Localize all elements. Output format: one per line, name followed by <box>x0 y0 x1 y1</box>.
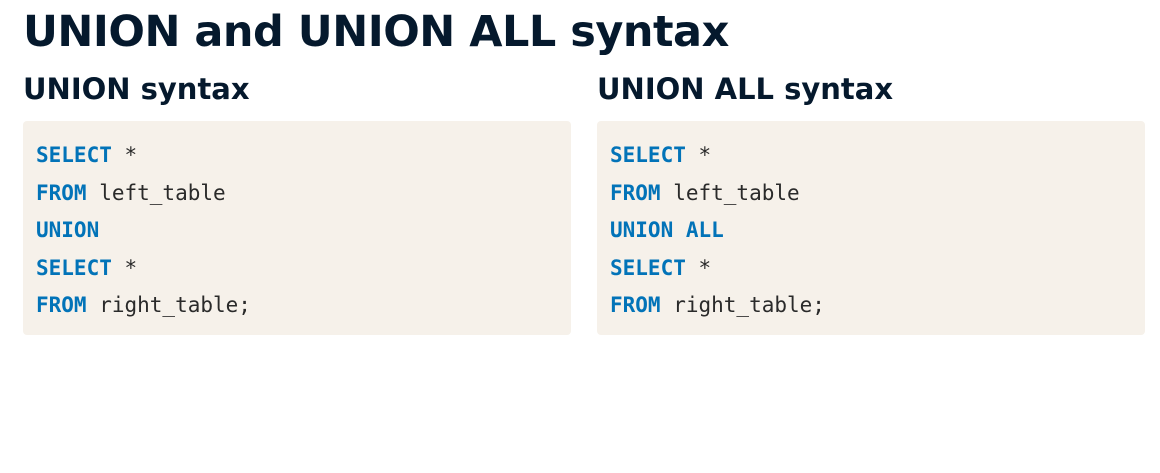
code-line: SELECT * <box>610 250 1132 288</box>
sql-keyword: FROM <box>610 293 661 318</box>
code-line: UNION <box>36 212 558 250</box>
sql-keyword: UNION ALL <box>610 218 724 243</box>
sql-text: * <box>685 255 712 280</box>
code-line: SELECT * <box>36 137 558 175</box>
sql-keyword: SELECT <box>610 255 686 280</box>
union-code-block: SELECT * FROM left_table UNION SELECT * … <box>23 121 571 335</box>
sql-keyword: SELECT <box>36 255 112 280</box>
union-all-code-block: SELECT * FROM left_table UNION ALL SELEC… <box>597 121 1145 335</box>
sql-keyword: FROM <box>36 180 87 205</box>
sql-text: right_table; <box>660 293 825 318</box>
code-line: SELECT * <box>610 137 1132 175</box>
code-line: FROM right_table; <box>610 287 1132 325</box>
union-all-syntax-section: UNION ALL syntax SELECT * FROM left_tabl… <box>597 70 1145 335</box>
code-line: UNION ALL <box>610 212 1132 250</box>
sql-text: left_table <box>86 180 226 205</box>
page-title: UNION and UNION ALL syntax <box>23 7 729 57</box>
code-line: FROM left_table <box>610 175 1132 213</box>
sql-text: right_table; <box>86 293 251 318</box>
sql-text: * <box>111 255 138 280</box>
sql-keyword: FROM <box>36 293 87 318</box>
code-line: FROM right_table; <box>36 287 558 325</box>
sql-keyword: SELECT <box>36 143 112 167</box>
sql-text: * <box>685 143 712 167</box>
code-line: FROM left_table <box>36 175 558 213</box>
union-all-syntax-heading: UNION ALL syntax <box>597 72 894 106</box>
sql-keyword: FROM <box>610 180 661 205</box>
union-syntax-section: UNION syntax SELECT * FROM left_table UN… <box>23 70 571 335</box>
code-line: SELECT * <box>36 250 558 288</box>
union-syntax-heading: UNION syntax <box>23 72 250 106</box>
sql-text: left_table <box>660 180 800 205</box>
sql-keyword: SELECT <box>610 143 686 167</box>
sql-text: * <box>111 143 138 167</box>
sql-keyword: UNION <box>36 218 100 243</box>
